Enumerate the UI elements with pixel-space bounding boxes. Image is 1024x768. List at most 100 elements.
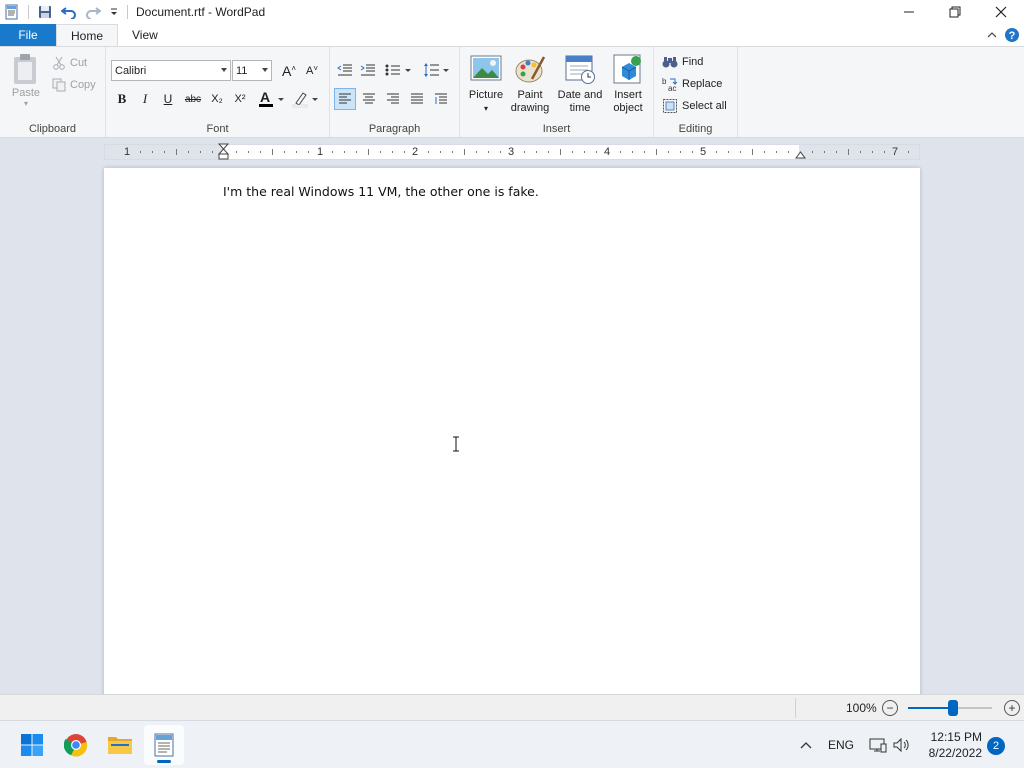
date-time-button[interactable]: Date and time	[555, 53, 605, 115]
taskbar-wordpad[interactable]	[144, 725, 184, 765]
paint-drawing-label-1: Paint	[517, 89, 543, 101]
paste-label: Paste	[11, 87, 41, 99]
increase-indent-button[interactable]	[357, 59, 379, 81]
ruler-tick	[344, 151, 345, 153]
save-icon[interactable]	[33, 0, 57, 24]
picture-label: Picture	[468, 89, 504, 101]
start-button[interactable]	[12, 725, 52, 765]
justify-button[interactable]	[406, 88, 428, 110]
ruler-tick	[776, 151, 777, 153]
ruler[interactable]: 1 1 2 3 4 5 7	[104, 143, 920, 161]
left-indent-marker[interactable]	[218, 143, 229, 161]
line-spacing-button[interactable]	[422, 59, 452, 81]
system-tray	[796, 721, 816, 768]
picture-button[interactable]: Picture ▾	[466, 53, 506, 115]
highlight-color-button[interactable]	[290, 88, 322, 110]
title-bar: Document.rtf - WordPad	[0, 0, 1024, 24]
select-all-icon	[662, 98, 678, 114]
svg-text:b: b	[662, 77, 667, 86]
tab-view[interactable]: View	[118, 24, 172, 46]
copy-button[interactable]: Copy	[52, 74, 96, 96]
maximize-button[interactable]	[932, 0, 978, 24]
zoom-slider-thumb[interactable]	[948, 700, 958, 716]
paint-drawing-button[interactable]: Paint drawing	[508, 53, 552, 115]
close-button[interactable]	[978, 0, 1024, 24]
insert-object-button[interactable]: Insert object	[608, 53, 648, 115]
zoom-out-button[interactable]: −	[882, 700, 898, 716]
taskbar-file-explorer[interactable]	[100, 725, 140, 765]
ruler-number: 2	[412, 146, 419, 158]
replace-icon: b ac	[662, 76, 678, 92]
align-right-button[interactable]	[382, 88, 404, 110]
minimize-button[interactable]	[886, 0, 932, 24]
undo-icon[interactable]	[57, 0, 81, 24]
notification-badge[interactable]: 2	[987, 737, 1005, 755]
italic-button[interactable]: I	[134, 88, 156, 110]
ruler-number: 5	[700, 146, 707, 158]
subscript-button[interactable]: X₂	[206, 88, 228, 110]
decrease-indent-button[interactable]	[334, 59, 356, 81]
ruler-tick	[788, 151, 789, 153]
help-icon[interactable]: ?	[1004, 27, 1020, 43]
font-family-dropdown-icon	[221, 68, 227, 72]
input-language[interactable]: ENG	[828, 721, 854, 768]
customize-quick-access-icon[interactable]	[105, 0, 123, 24]
document-page[interactable]: I'm the real Windows 11 VM, the other on…	[104, 168, 920, 694]
shrink-font-button[interactable]: A ˅	[301, 60, 323, 82]
volume-icon[interactable]	[893, 721, 911, 768]
zoom-in-button[interactable]: +	[1004, 700, 1020, 716]
tab-home[interactable]: Home	[56, 24, 119, 46]
ruler-tick	[872, 151, 873, 153]
align-left-button[interactable]	[334, 88, 356, 110]
font-size-select[interactable]: 11	[232, 60, 272, 81]
select-all-button[interactable]: Select all	[662, 95, 727, 117]
find-button[interactable]: Find	[662, 51, 703, 73]
paragraph-settings-button[interactable]	[430, 88, 452, 110]
replace-button[interactable]: b ac Replace	[662, 73, 722, 95]
font-group-label: Font	[206, 123, 229, 135]
bullet-list-button[interactable]	[384, 59, 414, 81]
ruler-tick	[284, 151, 285, 153]
taskbar-chrome[interactable]	[56, 725, 96, 765]
window-controls	[886, 0, 1024, 24]
grow-font-button[interactable]: A ˄	[278, 60, 300, 82]
insert-group: Picture ▾ Paint drawing Date and time In…	[460, 47, 654, 137]
cut-label: Cut	[70, 57, 88, 69]
tab-file[interactable]: File	[0, 24, 56, 46]
text-color-button[interactable]: A	[256, 88, 288, 110]
zoom-level[interactable]: 100%	[846, 701, 877, 715]
clock-date: 8/22/2022	[928, 746, 982, 760]
strikethrough-button[interactable]: abc	[182, 88, 204, 110]
ruler-tick	[716, 151, 717, 153]
font-family-value: Calibri	[115, 64, 147, 77]
font-family-select[interactable]: Calibri	[111, 60, 231, 81]
paste-button[interactable]: Paste ▾	[6, 53, 46, 117]
picture-dropdown-icon: ▾	[483, 104, 488, 113]
zoom-slider-fill	[908, 707, 950, 709]
show-hidden-icons-chevron-icon[interactable]	[796, 735, 816, 755]
right-indent-marker[interactable]	[795, 149, 806, 159]
ruler-tick	[584, 151, 585, 153]
select-all-label: Select all	[682, 100, 727, 112]
minimize-ribbon-icon[interactable]	[986, 30, 998, 40]
ruler-number: 1	[317, 146, 324, 158]
cut-button[interactable]: Cut	[52, 52, 87, 74]
underline-button[interactable]: U	[157, 88, 179, 110]
superscript-button[interactable]: X²	[229, 88, 251, 110]
document-text[interactable]: I'm the real Windows 11 VM, the other on…	[223, 184, 539, 199]
network-icon[interactable]	[869, 721, 887, 768]
system-clock[interactable]: 12:15 PM 8/22/2022	[920, 729, 982, 761]
ruler-tick	[272, 149, 273, 155]
date-time-label-2: time	[569, 102, 591, 114]
align-center-button[interactable]	[358, 88, 380, 110]
ruler-tick	[440, 151, 441, 153]
wordpad-app-icon[interactable]	[0, 0, 24, 24]
ruler-tick	[572, 151, 573, 153]
date-time-label-1: Date and	[557, 89, 603, 101]
redo-icon[interactable]	[81, 0, 105, 24]
bold-button[interactable]: B	[111, 88, 133, 110]
ruler-tick	[464, 149, 465, 155]
insert-object-icon	[612, 53, 644, 85]
font-size-dropdown-icon	[262, 68, 268, 72]
ruler-tick	[188, 151, 189, 153]
